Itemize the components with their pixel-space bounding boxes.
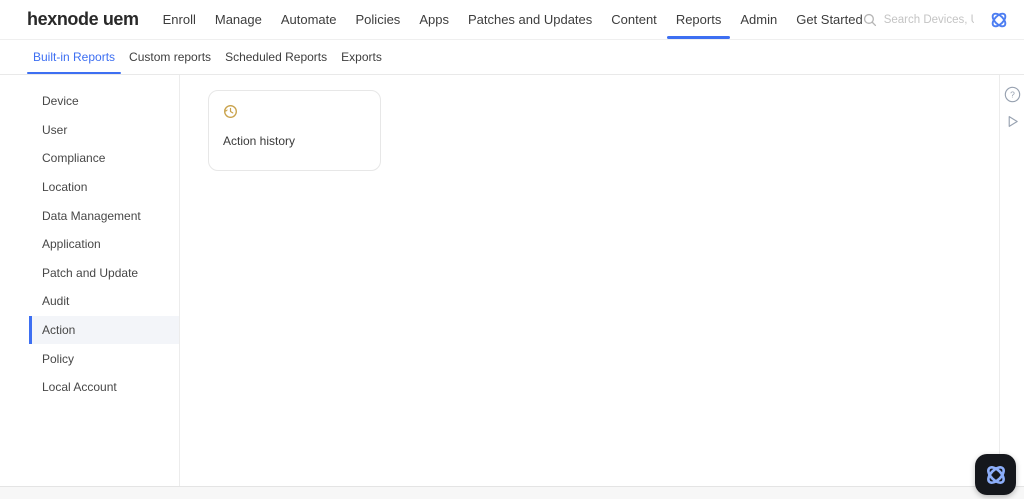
sidebar-item-patch-and-update[interactable]: Patch and Update bbox=[29, 259, 179, 288]
topnav-item-patches-and-updates[interactable]: Patches and Updates bbox=[468, 0, 592, 39]
topnav-item-manage[interactable]: Manage bbox=[215, 0, 262, 39]
sidebar-item-policy[interactable]: Policy bbox=[29, 344, 179, 373]
sidebar-item-action[interactable]: Action bbox=[29, 315, 179, 345]
report-cards-area: Action history bbox=[180, 75, 999, 486]
global-search[interactable] bbox=[863, 13, 974, 27]
hexnode-chat-widget[interactable] bbox=[975, 454, 1016, 495]
tab-scheduled-reports[interactable]: Scheduled Reports bbox=[225, 40, 327, 74]
topnav-item-admin[interactable]: Admin bbox=[740, 0, 777, 39]
report-card-action-history[interactable]: Action history bbox=[208, 90, 381, 171]
topnav-item-reports[interactable]: Reports bbox=[666, 0, 730, 39]
play-video-icon[interactable] bbox=[1005, 114, 1020, 129]
topnav-item-apps[interactable]: Apps bbox=[419, 0, 449, 39]
sidebar-item-device[interactable]: Device bbox=[29, 87, 179, 116]
help-circle-icon[interactable]: ? bbox=[1004, 86, 1021, 103]
topbar-right: 7 ? bbox=[863, 7, 1024, 33]
sidebar-item-application[interactable]: Application bbox=[29, 230, 179, 259]
topnav-item-content[interactable]: Content bbox=[611, 0, 657, 39]
report-card-label: Action history bbox=[223, 134, 296, 148]
top-nav: Enroll Manage Automate Policies Apps Pat… bbox=[163, 0, 863, 39]
footer-strip bbox=[0, 486, 1024, 499]
topnav-item-enroll[interactable]: Enroll bbox=[163, 0, 196, 39]
report-category-sidebar: Device User Compliance Location Data Man… bbox=[0, 75, 180, 486]
reports-tab-bar: Built-in Reports Custom reports Schedule… bbox=[0, 40, 1024, 75]
svg-text:?: ? bbox=[1010, 90, 1015, 100]
tab-custom-reports[interactable]: Custom reports bbox=[129, 40, 211, 74]
topnav-item-automate[interactable]: Automate bbox=[281, 0, 337, 39]
right-rail: ? bbox=[999, 75, 1024, 486]
hexnode-assistant-icon[interactable] bbox=[988, 9, 1010, 31]
search-icon bbox=[863, 13, 877, 27]
tab-exports[interactable]: Exports bbox=[341, 40, 382, 74]
sidebar-item-user[interactable]: User bbox=[29, 116, 179, 145]
top-nav-bar: hexnode uem Enroll Manage Automate Polic… bbox=[0, 0, 1024, 40]
sidebar-item-data-management[interactable]: Data Management bbox=[29, 201, 179, 230]
hexnode-logo-icon bbox=[983, 462, 1009, 488]
sidebar-item-compliance[interactable]: Compliance bbox=[29, 144, 179, 173]
sidebar-item-audit[interactable]: Audit bbox=[29, 287, 179, 316]
history-clock-icon bbox=[223, 104, 238, 119]
tab-built-in-reports[interactable]: Built-in Reports bbox=[26, 40, 122, 74]
topnav-item-get-started[interactable]: Get Started bbox=[796, 0, 862, 39]
content-area: Device User Compliance Location Data Man… bbox=[0, 75, 1024, 486]
sidebar-item-local-account[interactable]: Local Account bbox=[29, 373, 179, 402]
sidebar-item-location[interactable]: Location bbox=[29, 173, 179, 202]
search-input[interactable] bbox=[883, 13, 974, 26]
topnav-item-policies[interactable]: Policies bbox=[356, 0, 401, 39]
brand-logo[interactable]: hexnode uem bbox=[27, 9, 139, 30]
